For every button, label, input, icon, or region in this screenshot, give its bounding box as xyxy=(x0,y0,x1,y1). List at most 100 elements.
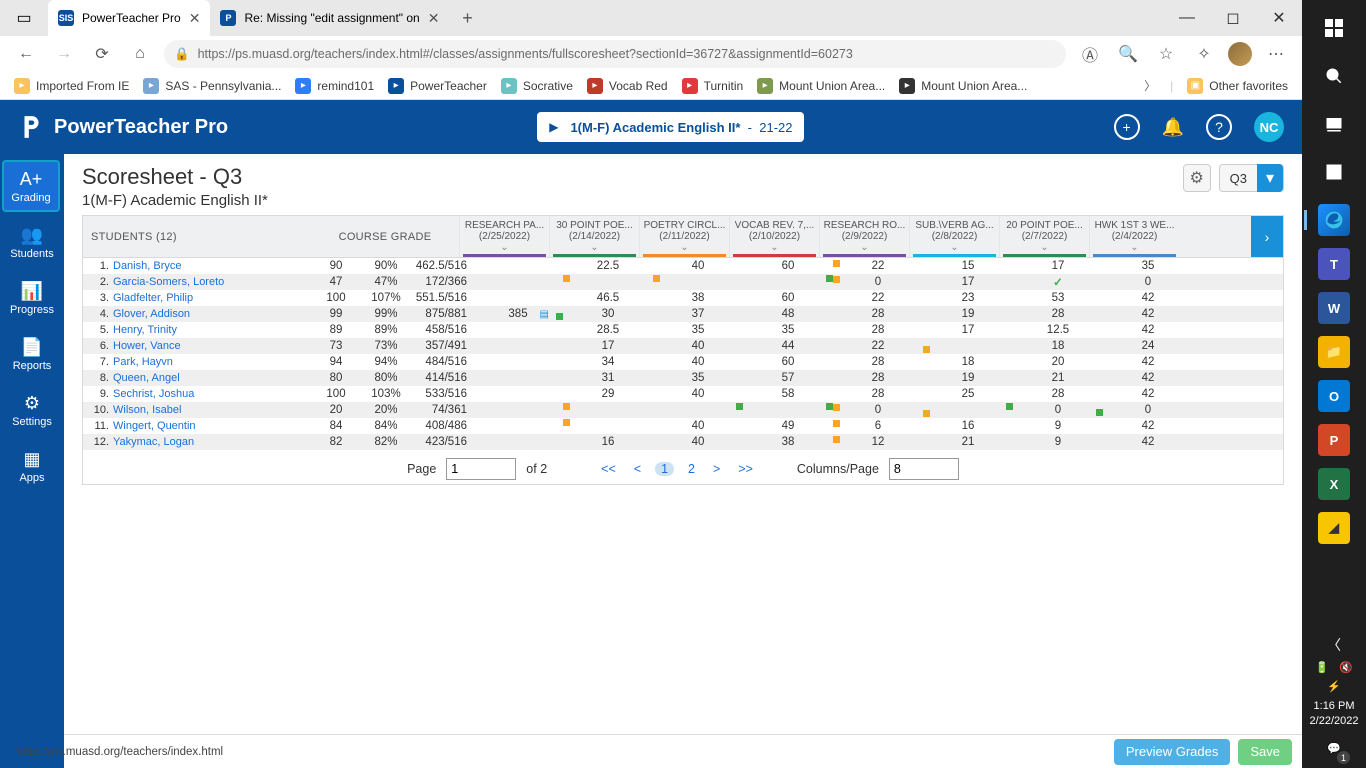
score-cell[interactable]: 42 xyxy=(1103,388,1193,400)
student-name[interactable]: 10.Wilson, Isabel xyxy=(83,404,311,416)
score-cell[interactable]: 16 xyxy=(923,420,1013,432)
score-cell[interactable]: 0 xyxy=(833,276,923,288)
points-cell[interactable]: 172/366 xyxy=(411,276,473,288)
student-name[interactable]: 6.Hower, Vance xyxy=(83,340,311,352)
gear-button[interactable]: ⚙ xyxy=(1183,164,1211,192)
class-picker[interactable]: ▶ 1(M-F) Academic English II* - 21-22 xyxy=(537,112,804,142)
score-cell[interactable]: 12 xyxy=(833,436,923,448)
tray-expand-icon[interactable]: 〈 xyxy=(1327,635,1341,655)
assignment-header[interactable]: SUB.\VERB AG...(2/8/2022)⌄ xyxy=(909,216,999,257)
score-cell[interactable]: 17 xyxy=(923,276,1013,288)
last-page-button[interactable]: >> xyxy=(734,462,757,476)
read-aloud-icon[interactable]: Ⓐ xyxy=(1076,40,1104,68)
student-name[interactable]: 9.Sechrist, Joshua xyxy=(83,388,311,400)
score-cell[interactable]: 6 xyxy=(833,420,923,432)
save-button[interactable]: Save xyxy=(1238,739,1292,765)
score-cell[interactable]: 42 xyxy=(1103,308,1193,320)
bookmark-item[interactable]: ▸Turnitin xyxy=(682,78,744,94)
score-cell[interactable]: 0 xyxy=(833,404,923,416)
score-cell[interactable]: 20 xyxy=(1013,356,1103,368)
score-cell[interactable]: 17 xyxy=(1013,260,1103,272)
score-cell[interactable]: 12.5 xyxy=(1013,324,1103,336)
new-tab-button[interactable]: + xyxy=(449,0,485,36)
score-cell[interactable]: 21 xyxy=(1013,372,1103,384)
battery-icon[interactable]: 🔋 xyxy=(1315,661,1329,674)
assignment-header[interactable]: 20 POINT POE...(2/7/2022)⌄ xyxy=(999,216,1089,257)
score-cell[interactable]: 31 xyxy=(563,372,653,384)
score-cell[interactable]: 42 xyxy=(1103,420,1193,432)
grade-cell[interactable]: 100 xyxy=(311,292,361,304)
minimize-icon[interactable]: — xyxy=(1164,0,1210,36)
score-cell[interactable]: 40 xyxy=(653,420,743,432)
taskbar-clock[interactable]: 1:16 PM 2/22/2022 xyxy=(1310,699,1359,728)
bookmark-item[interactable]: ▸SAS - Pennsylvania... xyxy=(143,78,281,94)
score-cell[interactable]: 60 xyxy=(743,260,833,272)
user-avatar[interactable]: NC xyxy=(1254,112,1284,142)
browser-tab-0[interactable]: SIS PowerTeacher Pro ✕ xyxy=(48,0,210,36)
app-logo[interactable]: PowerTeacher Pro xyxy=(18,114,228,140)
taskbar-app-edge[interactable] xyxy=(1318,204,1350,236)
score-cell[interactable]: 28.5 xyxy=(563,324,653,336)
grade-cell[interactable]: 20 xyxy=(311,404,361,416)
bookmark-item[interactable]: ▸Mount Union Area... xyxy=(899,78,1027,94)
score-cell[interactable]: 46.5 xyxy=(563,292,653,304)
grade-cell[interactable]: 80 xyxy=(311,372,361,384)
score-cell[interactable]: 58 xyxy=(743,388,833,400)
score-cell[interactable]: 28 xyxy=(833,372,923,384)
score-cell[interactable]: 38 xyxy=(743,436,833,448)
percent-cell[interactable]: 73% xyxy=(361,340,411,352)
percent-cell[interactable]: 84% xyxy=(361,420,411,432)
percent-cell[interactable]: 99% xyxy=(361,308,411,320)
next-page-button[interactable]: > xyxy=(709,462,724,476)
student-name[interactable]: 2.Garcia-Somers, Loreto xyxy=(83,276,311,288)
assignment-header[interactable]: POETRY CIRCL...(2/11/2022)⌄ xyxy=(639,216,729,257)
rail-item-progress[interactable]: 📊Progress xyxy=(0,270,64,326)
points-cell[interactable]: 423/516 xyxy=(411,436,473,448)
student-name[interactable]: 1.Danish, Bryce xyxy=(83,260,311,272)
score-cell[interactable]: 35 xyxy=(653,372,743,384)
menu-icon[interactable]: ⋯ xyxy=(1262,40,1290,68)
zoom-icon[interactable]: 🔍 xyxy=(1114,40,1142,68)
taskbar-app-word[interactable]: W xyxy=(1318,292,1350,324)
score-cell[interactable]: 40 xyxy=(653,388,743,400)
help-button[interactable]: ? xyxy=(1206,114,1232,140)
preview-grades-button[interactable]: Preview Grades xyxy=(1114,739,1230,765)
rail-item-grading[interactable]: A+Grading xyxy=(2,160,60,212)
widgets-icon[interactable] xyxy=(1314,152,1354,192)
student-name[interactable]: 12.Yakymac, Logan xyxy=(83,436,311,448)
grade-cell[interactable]: 84 xyxy=(311,420,361,432)
student-name[interactable]: 7.Park, Hayvn xyxy=(83,356,311,368)
taskbar-app-sticky[interactable]: ◢ xyxy=(1318,512,1350,544)
close-icon[interactable]: ✕ xyxy=(428,10,440,27)
points-cell[interactable]: 484/516 xyxy=(411,356,473,368)
score-cell[interactable]: 0 xyxy=(1103,276,1193,288)
score-cell[interactable]: 42 xyxy=(1103,356,1193,368)
score-cell[interactable]: 9 xyxy=(1013,436,1103,448)
score-cell[interactable]: 22 xyxy=(833,292,923,304)
score-cell[interactable]: 60 xyxy=(743,356,833,368)
score-cell[interactable]: 22.5 xyxy=(563,260,653,272)
create-button[interactable]: + xyxy=(1114,114,1140,140)
score-cell[interactable]: 42 xyxy=(1103,436,1193,448)
profile-avatar[interactable] xyxy=(1228,42,1252,66)
score-cell[interactable]: 42 xyxy=(1103,292,1193,304)
score-cell[interactable]: 35 xyxy=(743,324,833,336)
score-cell[interactable]: 35 xyxy=(653,324,743,336)
percent-cell[interactable]: 47% xyxy=(361,276,411,288)
rail-item-students[interactable]: 👥Students xyxy=(0,214,64,270)
score-cell[interactable]: 40 xyxy=(653,340,743,352)
percent-cell[interactable]: 80% xyxy=(361,372,411,384)
score-cell[interactable]: 42 xyxy=(1103,324,1193,336)
student-name[interactable]: 11.Wingert, Quentin xyxy=(83,420,311,432)
score-cell[interactable]: 24 xyxy=(1103,340,1193,352)
page-input[interactable] xyxy=(446,458,516,480)
score-cell[interactable]: 0 xyxy=(1013,404,1103,416)
score-cell[interactable]: 53 xyxy=(1013,292,1103,304)
students-header[interactable]: STUDENTS (12) xyxy=(83,216,311,257)
score-cell[interactable]: 0 xyxy=(1103,404,1193,416)
score-cell[interactable]: 42 xyxy=(1103,372,1193,384)
score-cell[interactable]: 30 xyxy=(563,308,653,320)
grade-cell[interactable]: 94 xyxy=(311,356,361,368)
maximize-icon[interactable]: ◻ xyxy=(1210,0,1256,36)
assignment-header[interactable]: 30 POINT POE...(2/14/2022)⌄ xyxy=(549,216,639,257)
